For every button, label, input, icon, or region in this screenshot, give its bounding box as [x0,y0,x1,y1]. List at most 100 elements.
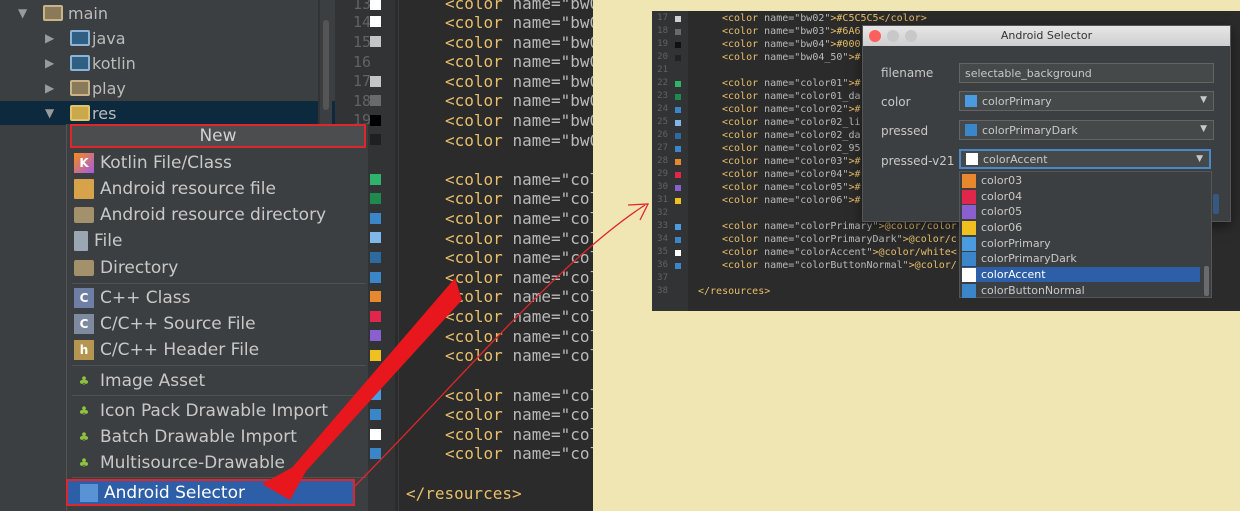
color-swatch[interactable] [370,409,381,420]
close-icon[interactable] [869,30,881,42]
menu-item-cpp-class[interactable]: C C++ Class [74,286,364,310]
color-swatch[interactable] [675,29,681,35]
code-line: <color name="color02"># [722,104,861,115]
color-swatch[interactable] [370,36,381,47]
color-swatch[interactable] [370,350,381,361]
color-swatch[interactable] [675,172,681,178]
menu-item-android-selector-label[interactable]: Android Selector [80,480,245,506]
folder-icon [70,80,90,96]
pressed-v21-select[interactable]: colorAccent ▼ [959,149,1211,169]
color-swatch[interactable] [675,42,681,48]
color-swatch[interactable] [675,146,681,152]
chevron-down-icon[interactable]: ▼ [1196,154,1203,164]
dropdown-option-selected[interactable]: colorAccent [962,267,1200,282]
maximize-icon[interactable] [905,30,917,42]
menu-item-directory[interactable]: Directory [74,256,364,280]
color-swatch[interactable] [370,115,381,126]
menu-item-android-resource-file[interactable]: Android resource file [74,177,364,201]
menu-item-icon-pack-import[interactable]: ♣ Icon Pack Drawable Import [74,399,364,423]
color-swatch[interactable] [675,185,681,191]
ok-button[interactable] [1213,194,1219,214]
dropdown-option[interactable]: color06 [962,220,1200,235]
cpp-class-icon: C [74,288,94,308]
scrollbar-thumb[interactable] [323,20,329,110]
dropdown-option[interactable]: colorButtonNormal [962,283,1200,298]
color-swatch[interactable] [370,193,381,204]
chevron-down-icon[interactable]: ▼ [1200,124,1207,134]
color-swatch[interactable] [675,16,681,22]
color-swatch[interactable] [675,94,681,100]
dropdown-option[interactable]: color05 [962,204,1200,219]
color-swatch[interactable] [370,95,381,106]
code-line: <color name="colo [445,386,593,405]
color-swatch[interactable] [675,198,681,204]
color-select[interactable]: colorPrimary ▼ [959,91,1214,111]
menu-item-kotlin-file[interactable]: K Kotlin File/Class [74,151,364,175]
color-swatch[interactable] [370,252,381,263]
dropdown-scrollbar[interactable] [1204,266,1209,296]
color-swatch[interactable] [370,448,381,459]
code-line: <color name="bw04 [445,111,593,130]
expand-right-icon[interactable]: ▶ [45,81,54,95]
menu-item-new[interactable]: New [70,124,366,148]
color-swatch[interactable] [370,330,381,341]
menu-item-file[interactable]: File [74,229,364,253]
dropdown-option[interactable]: color04 [962,189,1200,204]
color-swatch[interactable] [370,311,381,322]
menu-item-image-asset[interactable]: ♣ Image Asset [74,369,364,393]
tree-item-main[interactable]: ▼ main [0,1,335,25]
color-swatch[interactable] [675,237,681,243]
code-line: <color name="colorButtonNormal">@color/ [722,260,957,271]
menu-item-c-header-file[interactable]: h C/C++ Header File [74,338,364,362]
resource-folder-icon [70,105,90,121]
chevron-down-icon[interactable]: ▼ [1200,95,1207,105]
filename-field[interactable]: selectable_background [959,63,1214,83]
dialog-title[interactable]: Android Selector [863,26,1230,46]
dropdown-option[interactable]: color03 [962,173,1200,188]
menu-item-android-resource-directory[interactable]: Android resource directory [74,203,364,227]
code-line: <color name="bw04">#000 [722,39,861,50]
tree-label-play: play [92,78,126,98]
color-swatch[interactable] [370,0,381,10]
dropdown-option[interactable]: colorPrimaryDark [962,251,1200,266]
menu-item-multisource-drawable[interactable]: ♣ Multisource-Drawable [74,451,364,475]
color-swatch[interactable] [370,272,381,283]
color-swatch[interactable] [675,224,681,230]
expand-down-icon[interactable]: ▼ [45,106,54,120]
color-dropdown-list[interactable]: color03 color04 color05 color06 colorPri… [959,171,1212,298]
folder-icon [74,260,94,276]
color-swatch[interactable] [675,250,681,256]
tree-item-play[interactable]: ▶ play [0,76,335,100]
line-number: 28 [657,156,668,166]
color-swatch[interactable] [675,120,681,126]
expand-down-icon[interactable]: ▼ [18,6,27,20]
color-swatch[interactable] [675,55,681,61]
tree-item-java[interactable]: ▶ java [0,26,335,50]
color-swatch[interactable] [370,76,381,87]
color-swatch[interactable] [370,134,381,145]
menu-item-batch-drawable-import[interactable]: ♣ Batch Drawable Import [74,425,364,449]
expand-right-icon[interactable]: ▶ [45,56,54,70]
color-swatch[interactable] [370,389,381,400]
minimize-icon[interactable] [887,30,899,42]
code-line: <color name="color01"># [722,78,861,89]
color-swatch[interactable] [675,263,681,269]
color-swatch[interactable] [675,133,681,139]
color-swatch[interactable] [675,81,681,87]
color-swatch[interactable] [370,232,381,243]
dropdown-option[interactable]: colorPrimary [962,236,1200,251]
tree-item-res[interactable]: ▼ res [0,101,335,125]
color-swatch[interactable] [675,107,681,113]
menu-item-c-source-file[interactable]: C C/C++ Source File [74,312,364,336]
color-swatch[interactable] [370,213,381,224]
color-swatch[interactable] [370,56,381,67]
expand-right-icon[interactable]: ▶ [45,31,54,45]
tree-item-kotlin[interactable]: ▶ kotlin [0,51,335,75]
color-swatch [962,189,976,204]
color-swatch[interactable] [370,291,381,302]
pressed-select[interactable]: colorPrimaryDark ▼ [959,120,1214,140]
color-swatch[interactable] [370,174,381,185]
color-swatch[interactable] [675,159,681,165]
color-swatch[interactable] [370,16,381,27]
color-swatch[interactable] [370,429,381,440]
